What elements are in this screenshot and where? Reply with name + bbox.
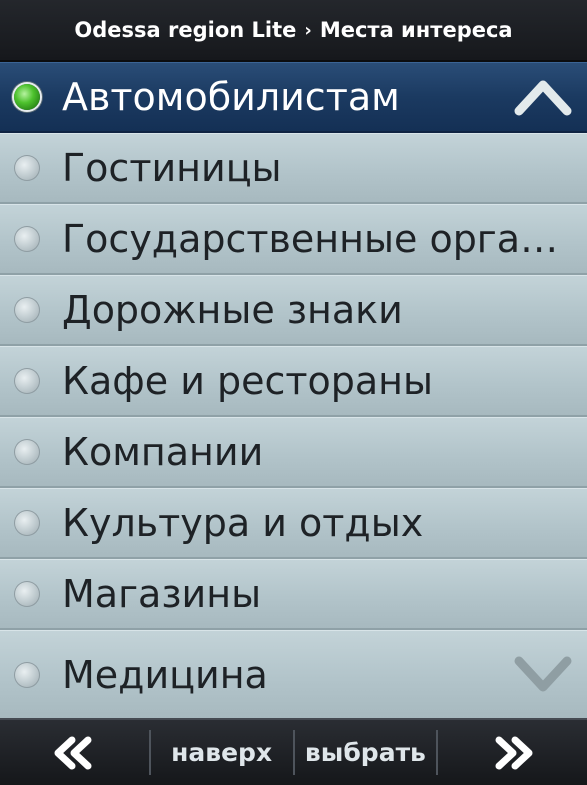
radio-icon — [14, 297, 40, 323]
chevron-up-icon[interactable] — [513, 75, 573, 119]
title-bar: Odessa region Lite › Места интереса — [0, 0, 587, 62]
chevron-down-icon[interactable] — [513, 651, 573, 695]
select-button[interactable]: выбрать — [295, 720, 437, 785]
breadcrumb-app-name: Odessa region Lite — [74, 18, 297, 42]
scroll-top-label: наверх — [171, 738, 273, 767]
list-item-label: Культура и отдых — [62, 501, 424, 545]
scroll-top-button[interactable]: наверх — [151, 720, 293, 785]
category-list: Автомобилистам Гостиницы Государственные… — [0, 62, 587, 718]
list-item[interactable]: Государственные организ... — [0, 204, 587, 275]
breadcrumb-separator: › — [304, 19, 312, 41]
list-item-label: Государственные организ... — [62, 217, 582, 261]
list-item-label: Автомобилистам — [62, 75, 400, 119]
radio-selected-icon — [14, 84, 40, 110]
radio-icon — [14, 510, 40, 536]
list-item[interactable]: Кафе и рестораны — [0, 346, 587, 417]
bottom-toolbar: наверх выбрать — [0, 718, 587, 785]
radio-icon — [14, 661, 40, 688]
double-left-icon — [54, 736, 92, 769]
radio-icon — [14, 581, 40, 607]
list-item-label: Медицина — [62, 652, 268, 697]
select-label: выбрать — [304, 738, 426, 767]
next-page-button[interactable] — [438, 720, 587, 785]
list-item-label: Кафе и рестораны — [62, 359, 434, 403]
list-item[interactable]: Магазины — [0, 559, 587, 630]
list-item-label: Гостиницы — [62, 146, 282, 190]
breadcrumb-section: Места интереса — [319, 18, 513, 42]
app-window: Odessa region Lite › Места интереса Авто… — [0, 0, 587, 785]
radio-icon — [14, 368, 40, 394]
list-item[interactable]: Автомобилистам — [0, 62, 587, 133]
radio-icon — [14, 226, 40, 252]
list-item[interactable]: Дорожные знаки — [0, 275, 587, 346]
list-item-label: Компании — [62, 430, 264, 474]
radio-icon — [14, 155, 40, 181]
list-item-label: Дорожные знаки — [62, 288, 403, 332]
radio-icon — [14, 439, 40, 465]
list-item[interactable]: Медицина — [0, 630, 587, 718]
previous-page-button[interactable] — [0, 720, 149, 785]
double-right-icon — [495, 736, 533, 769]
list-item[interactable]: Компании — [0, 417, 587, 488]
list-item[interactable]: Гостиницы — [0, 133, 587, 204]
list-item[interactable]: Культура и отдых — [0, 488, 587, 559]
list-item-label: Магазины — [62, 572, 262, 616]
